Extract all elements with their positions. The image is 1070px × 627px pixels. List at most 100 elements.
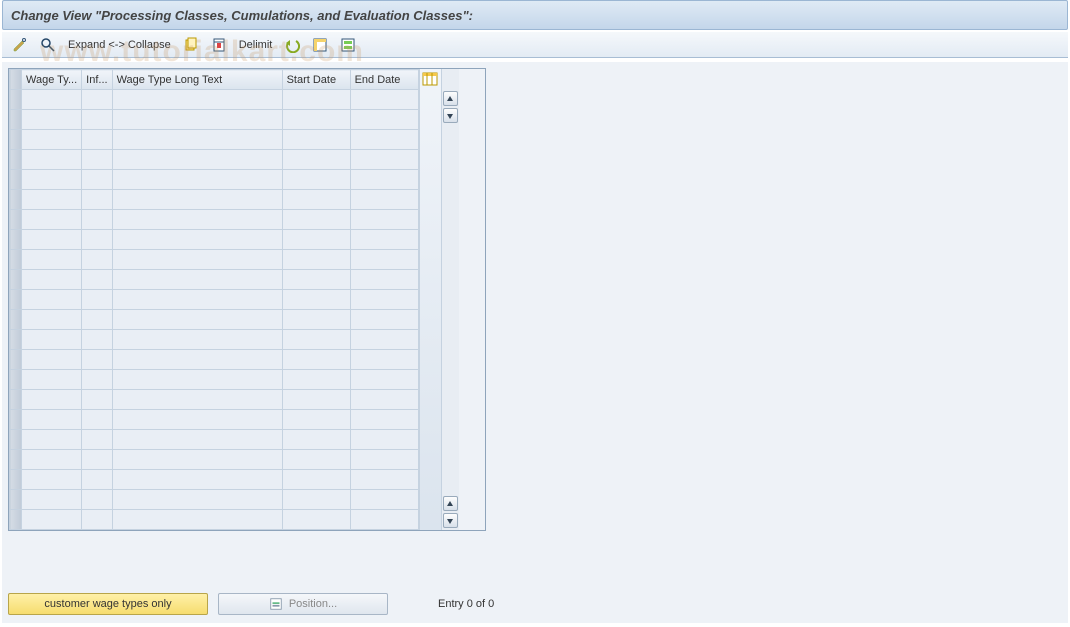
table-row[interactable] xyxy=(10,90,419,110)
undo-button[interactable] xyxy=(280,35,304,55)
row-selector[interactable] xyxy=(10,290,22,310)
cell-long-text[interactable] xyxy=(112,150,282,170)
cell-infotype[interactable] xyxy=(82,250,112,270)
cell-long-text[interactable] xyxy=(112,330,282,350)
cell-start-date[interactable] xyxy=(282,270,350,290)
row-selector[interactable] xyxy=(10,350,22,370)
delete-button[interactable] xyxy=(207,35,231,55)
cell-start-date[interactable] xyxy=(282,370,350,390)
scroll-down-one-button[interactable] xyxy=(443,108,458,123)
cell-start-date[interactable] xyxy=(282,510,350,530)
table-row[interactable] xyxy=(10,150,419,170)
row-selector[interactable] xyxy=(10,510,22,530)
cell-long-text[interactable] xyxy=(112,370,282,390)
cell-infotype[interactable] xyxy=(82,130,112,150)
cell-start-date[interactable] xyxy=(282,450,350,470)
cell-long-text[interactable] xyxy=(112,470,282,490)
scroll-up-button[interactable] xyxy=(443,91,458,106)
cell-long-text[interactable] xyxy=(112,250,282,270)
cell-wage-type[interactable] xyxy=(22,170,82,190)
cell-start-date[interactable] xyxy=(282,190,350,210)
row-selector[interactable] xyxy=(10,90,22,110)
cell-long-text[interactable] xyxy=(112,450,282,470)
cell-end-date[interactable] xyxy=(350,170,418,190)
cell-start-date[interactable] xyxy=(282,230,350,250)
row-selector[interactable] xyxy=(10,270,22,290)
cell-end-date[interactable] xyxy=(350,230,418,250)
expand-collapse-button[interactable]: Expand <-> Collapse xyxy=(68,39,171,51)
cell-end-date[interactable] xyxy=(350,350,418,370)
row-selector[interactable] xyxy=(10,490,22,510)
row-selector[interactable] xyxy=(10,390,22,410)
cell-long-text[interactable] xyxy=(112,210,282,230)
print-button[interactable] xyxy=(336,35,360,55)
cell-infotype[interactable] xyxy=(82,510,112,530)
scroll-up-page-button[interactable] xyxy=(443,496,458,511)
cell-infotype[interactable] xyxy=(82,470,112,490)
data-grid[interactable]: Wage Ty... Inf... Wage Type Long Text St… xyxy=(9,69,419,530)
cell-long-text[interactable] xyxy=(112,110,282,130)
cell-wage-type[interactable] xyxy=(22,350,82,370)
row-selector[interactable] xyxy=(10,210,22,230)
cell-long-text[interactable] xyxy=(112,290,282,310)
select-all-button[interactable] xyxy=(308,35,332,55)
cell-infotype[interactable] xyxy=(82,190,112,210)
cell-start-date[interactable] xyxy=(282,130,350,150)
cell-end-date[interactable] xyxy=(350,90,418,110)
cell-infotype[interactable] xyxy=(82,450,112,470)
table-row[interactable] xyxy=(10,470,419,490)
other-view-button[interactable] xyxy=(8,35,32,55)
cell-start-date[interactable] xyxy=(282,210,350,230)
cell-end-date[interactable] xyxy=(350,450,418,470)
cell-wage-type[interactable] xyxy=(22,450,82,470)
cell-infotype[interactable] xyxy=(82,370,112,390)
cell-infotype[interactable] xyxy=(82,230,112,250)
cell-end-date[interactable] xyxy=(350,410,418,430)
cell-long-text[interactable] xyxy=(112,190,282,210)
cell-start-date[interactable] xyxy=(282,290,350,310)
cell-end-date[interactable] xyxy=(350,490,418,510)
table-row[interactable] xyxy=(10,170,419,190)
cell-end-date[interactable] xyxy=(350,150,418,170)
col-header-start-date[interactable]: Start Date xyxy=(282,70,350,90)
cell-wage-type[interactable] xyxy=(22,410,82,430)
table-row[interactable] xyxy=(10,190,419,210)
cell-start-date[interactable] xyxy=(282,330,350,350)
table-row[interactable] xyxy=(10,430,419,450)
cell-start-date[interactable] xyxy=(282,350,350,370)
cell-long-text[interactable] xyxy=(112,170,282,190)
table-row[interactable] xyxy=(10,410,419,430)
table-settings-button[interactable] xyxy=(422,71,438,90)
table-row[interactable] xyxy=(10,450,419,470)
cell-wage-type[interactable] xyxy=(22,190,82,210)
row-selector[interactable] xyxy=(10,470,22,490)
copy-button[interactable] xyxy=(179,35,203,55)
cell-wage-type[interactable] xyxy=(22,150,82,170)
cell-wage-type[interactable] xyxy=(22,130,82,150)
row-selector[interactable] xyxy=(10,410,22,430)
cell-wage-type[interactable] xyxy=(22,490,82,510)
cell-infotype[interactable] xyxy=(82,390,112,410)
table-row[interactable] xyxy=(10,350,419,370)
cell-long-text[interactable] xyxy=(112,490,282,510)
cell-infotype[interactable] xyxy=(82,270,112,290)
cell-long-text[interactable] xyxy=(112,430,282,450)
table-row[interactable] xyxy=(10,130,419,150)
cell-end-date[interactable] xyxy=(350,290,418,310)
row-selector[interactable] xyxy=(10,370,22,390)
table-row[interactable] xyxy=(10,250,419,270)
col-header-long-text[interactable]: Wage Type Long Text xyxy=(112,70,282,90)
table-row[interactable] xyxy=(10,390,419,410)
cell-end-date[interactable] xyxy=(350,130,418,150)
cell-infotype[interactable] xyxy=(82,90,112,110)
cell-wage-type[interactable] xyxy=(22,290,82,310)
cell-end-date[interactable] xyxy=(350,430,418,450)
cell-start-date[interactable] xyxy=(282,390,350,410)
cell-infotype[interactable] xyxy=(82,170,112,190)
cell-wage-type[interactable] xyxy=(22,110,82,130)
row-selector[interactable] xyxy=(10,330,22,350)
find-button[interactable] xyxy=(36,35,60,55)
cell-wage-type[interactable] xyxy=(22,470,82,490)
cell-infotype[interactable] xyxy=(82,350,112,370)
cell-wage-type[interactable] xyxy=(22,270,82,290)
